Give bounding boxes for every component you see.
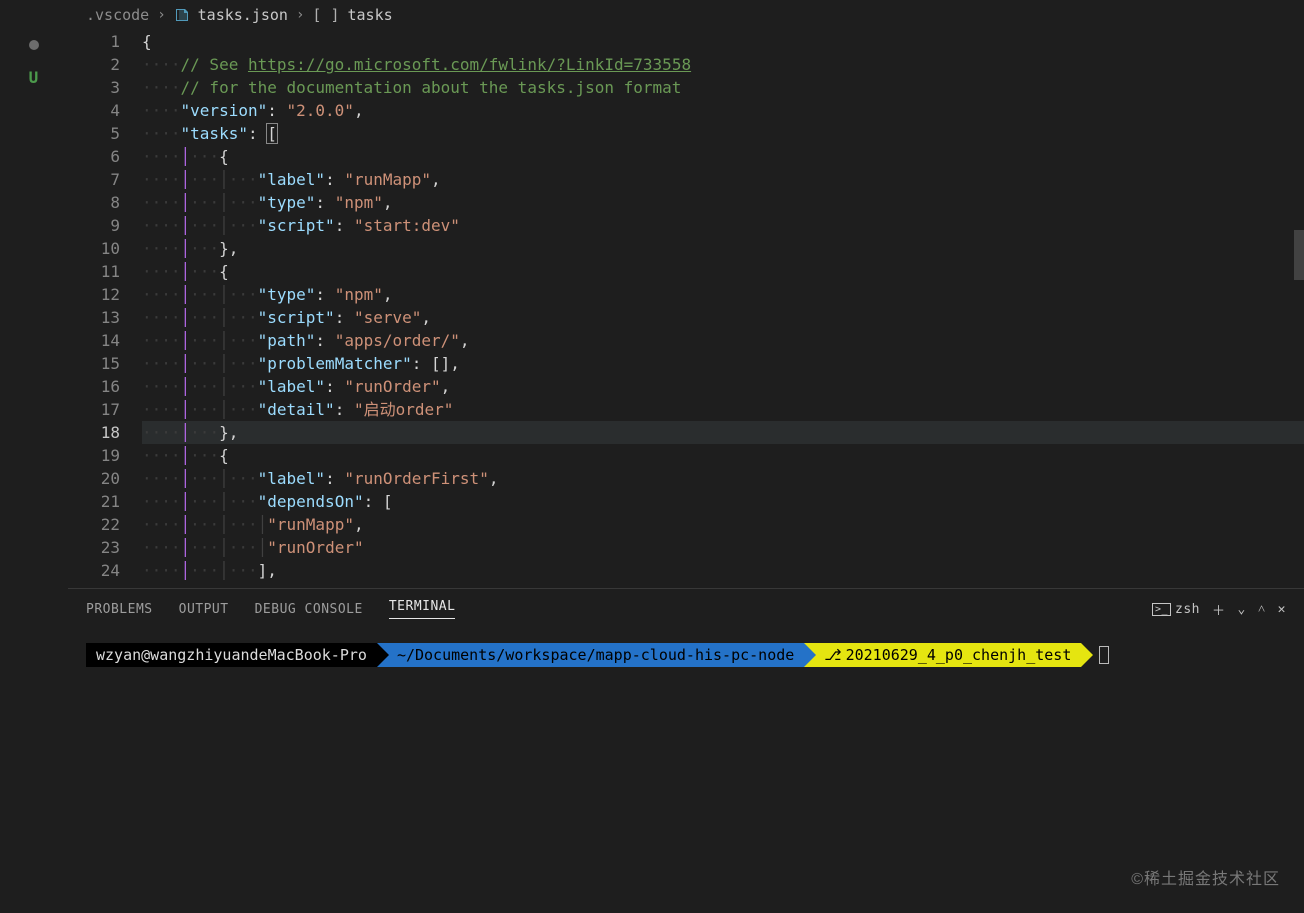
breadcrumb-folder[interactable]: .vscode bbox=[86, 6, 149, 24]
breadcrumb[interactable]: .vscode › tasks.json › [ ] tasks bbox=[68, 0, 1304, 30]
watermark-text: ©稀土掘金技术社区 bbox=[1131, 865, 1280, 889]
terminal-prompt: wzyan@wangzhiyuandeMacBook-Pro ~/Documen… bbox=[86, 643, 1286, 667]
maximize-panel-button[interactable]: ˄ bbox=[1258, 601, 1266, 617]
tab-terminal[interactable]: TERMINAL bbox=[389, 599, 456, 619]
json-file-icon bbox=[174, 7, 190, 23]
terminal-body[interactable]: wzyan@wangzhiyuandeMacBook-Pro ~/Documen… bbox=[68, 629, 1304, 913]
terminal-profile-button[interactable]: >_ zsh bbox=[1152, 602, 1200, 617]
modified-indicator-icon bbox=[29, 40, 39, 50]
close-icon: ✕ bbox=[1278, 602, 1286, 617]
array-icon: [ ] bbox=[312, 6, 339, 24]
plus-icon: ＋ bbox=[1212, 600, 1226, 619]
untracked-indicator: U bbox=[0, 68, 67, 87]
chevron-up-icon: ˄ bbox=[1258, 601, 1266, 617]
scrollbar-thumb[interactable] bbox=[1294, 230, 1304, 280]
close-panel-button[interactable]: ✕ bbox=[1278, 602, 1286, 617]
editor-left-gutter: U bbox=[0, 0, 68, 913]
git-branch-icon: ⎇ bbox=[824, 646, 841, 664]
tab-debug-console[interactable]: DEBUG CONSOLE bbox=[255, 602, 363, 617]
code-content[interactable]: { ····// See https://go.microsoft.com/fw… bbox=[142, 30, 1304, 588]
bottom-panel: PROBLEMS OUTPUT DEBUG CONSOLE TERMINAL >… bbox=[68, 588, 1304, 913]
chevron-right-icon: › bbox=[157, 7, 165, 23]
prompt-cwd: ~/Documents/workspace/mapp-cloud-his-pc-… bbox=[377, 643, 804, 667]
breadcrumb-symbol[interactable]: tasks bbox=[348, 6, 393, 24]
tab-problems[interactable]: PROBLEMS bbox=[86, 602, 153, 617]
panel-tab-bar: PROBLEMS OUTPUT DEBUG CONSOLE TERMINAL >… bbox=[68, 589, 1304, 629]
tab-output[interactable]: OUTPUT bbox=[179, 602, 229, 617]
code-editor[interactable]: 1 2 3 4 5 6 7 8 9 10 11 12 13 14 15 16 1… bbox=[68, 30, 1304, 588]
terminal-cursor bbox=[1099, 646, 1109, 664]
terminal-icon: >_ bbox=[1152, 603, 1171, 616]
new-terminal-button[interactable]: ＋ bbox=[1212, 600, 1226, 619]
prompt-user-host: wzyan@wangzhiyuandeMacBook-Pro bbox=[86, 643, 377, 667]
chevron-right-icon: › bbox=[296, 7, 304, 23]
chevron-down-icon: ⌄ bbox=[1238, 602, 1246, 617]
prompt-git-branch: ⎇ 20210629_4_p0_chenjh_test bbox=[804, 643, 1081, 667]
breadcrumb-file[interactable]: tasks.json bbox=[198, 6, 288, 24]
line-number-gutter: 1 2 3 4 5 6 7 8 9 10 11 12 13 14 15 16 1… bbox=[68, 30, 142, 588]
split-terminal-button[interactable]: ⌄ bbox=[1238, 602, 1246, 617]
